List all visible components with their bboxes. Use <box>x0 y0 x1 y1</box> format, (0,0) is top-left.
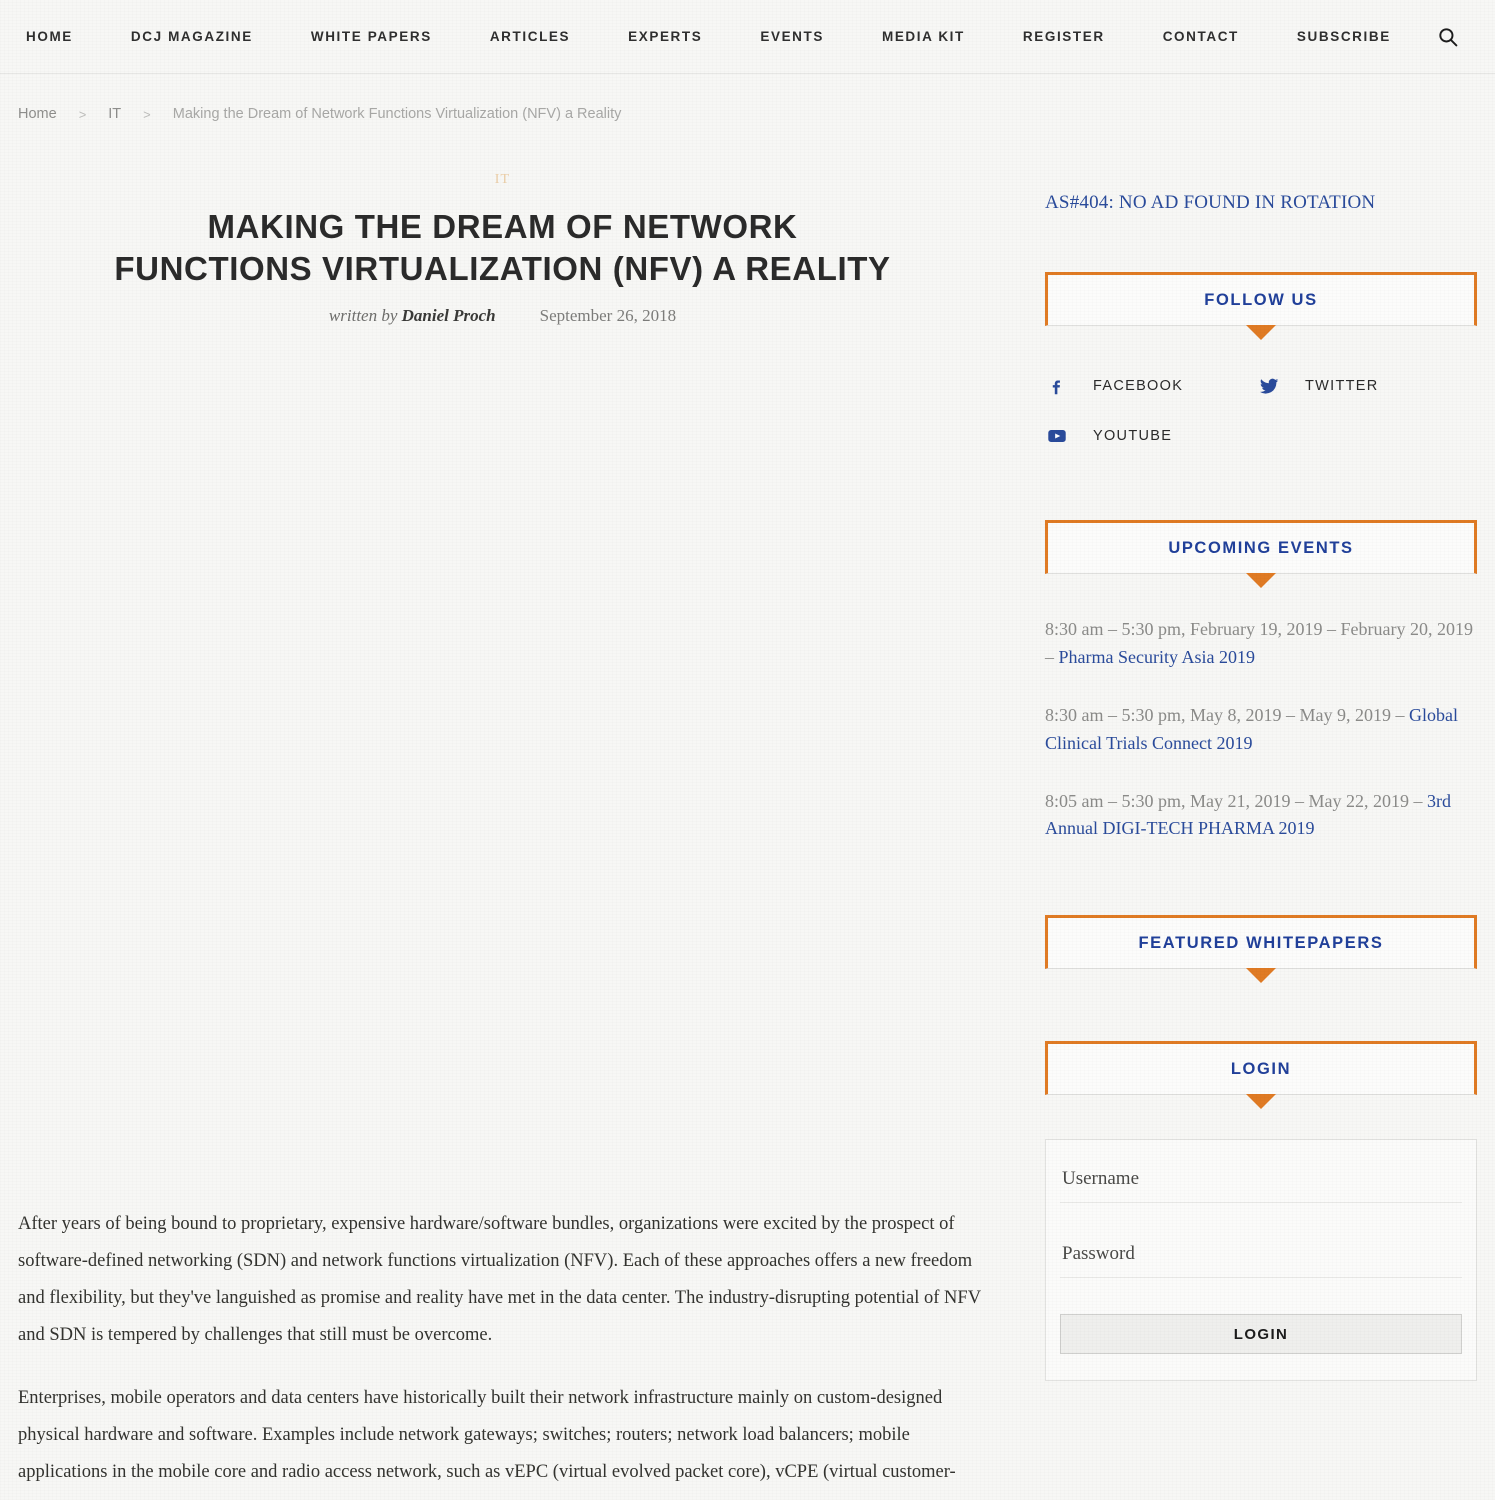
event-item: 8:30 am – 5:30 pm, May 8, 2019 – May 9, … <box>1045 702 1477 758</box>
nav-item-register[interactable]: REGISTER <box>994 29 1134 44</box>
youtube-icon <box>1045 424 1069 448</box>
breadcrumb-item-current: Making the Dream of Network Functions Vi… <box>172 106 622 122</box>
facebook-icon <box>1045 374 1069 398</box>
password-field-wrapper <box>1060 1239 1462 1279</box>
social-link-facebook[interactable]: FACEBOOK <box>1045 374 1257 398</box>
article-date: September 26, 2018 <box>539 306 677 326</box>
article-column: IT MAKING THE DREAM OF NETWORK FUNCTIONS… <box>0 122 1005 1500</box>
social-link-label: TWITTER <box>1305 378 1379 394</box>
widget-featured-whitepapers: FEATURED WHITEPAPERS <box>1045 915 1477 970</box>
social-links-list: FACEBOOK TWITTER YOUTUBE <box>1045 374 1477 448</box>
page-layout: IT MAKING THE DREAM OF NETWORK FUNCTIONS… <box>0 122 1495 1500</box>
social-link-twitter[interactable]: TWITTER <box>1257 374 1469 398</box>
nav-item-contact[interactable]: CONTACT <box>1134 29 1268 44</box>
widget-header-follow-us: FOLLOW US <box>1045 272 1477 326</box>
event-item: 8:05 am – 5:30 pm, May 21, 2019 – May 22… <box>1045 788 1477 844</box>
login-form: LOGIN <box>1045 1139 1477 1382</box>
social-link-youtube[interactable]: YOUTUBE <box>1045 424 1257 448</box>
page-title: MAKING THE DREAM OF NETWORK FUNCTIONS VI… <box>114 208 891 288</box>
nav-item-subscribe[interactable]: SUBSCRIBE <box>1268 29 1420 44</box>
widget-upcoming-events: UPCOMING EVENTS 8:30 am – 5:30 pm, Febru… <box>1045 520 1477 843</box>
social-row: YOUTUBE <box>1045 424 1477 448</box>
widget-title: UPCOMING EVENTS <box>1168 538 1354 557</box>
breadcrumb-separator: > <box>143 106 151 122</box>
article-paragraph: After years of being bound to proprietar… <box>18 1214 981 1346</box>
article-header: IT MAKING THE DREAM OF NETWORK FUNCTIONS… <box>0 122 1005 326</box>
nav-item-articles[interactable]: ARTICLES <box>461 29 599 44</box>
breadcrumb: Home > IT > Making the Dream of Network … <box>0 74 1495 122</box>
widget-follow-us: FOLLOW US FACEBOOK TWITTER YOUTUBE <box>1045 272 1477 448</box>
nav-item-dcj-magazine[interactable]: DCJ MAGAZINE <box>102 29 282 44</box>
primary-navigation: HOME DCJ MAGAZINE WHITE PAPERS ARTICLES … <box>0 29 1435 44</box>
breadcrumb-item-it[interactable]: IT <box>108 106 121 122</box>
username-field-wrapper <box>1060 1164 1462 1204</box>
article-byline: written by Daniel Proch September 26, 20… <box>0 306 1005 326</box>
breadcrumb-separator: > <box>78 106 87 122</box>
nav-item-experts[interactable]: EXPERTS <box>599 29 731 44</box>
sidebar: AS#404: NO AD FOUND IN ROTATION FOLLOW U… <box>1005 122 1495 1382</box>
event-datetime: 8:30 am – 5:30 pm, May 8, 2019 – May 9, … <box>1045 704 1409 725</box>
widget-header-upcoming-events: UPCOMING EVENTS <box>1045 520 1477 574</box>
article-body: After years of being bound to proprietar… <box>0 1206 1005 1500</box>
nav-item-events[interactable]: EVENTS <box>731 29 853 44</box>
event-title-link[interactable]: Pharma Security Asia 2019 <box>1059 647 1255 667</box>
event-datetime: 8:05 am – 5:30 pm, May 21, 2019 – May 22… <box>1045 790 1427 811</box>
event-item: 8:30 am – 5:30 pm, February 19, 2019 – F… <box>1045 616 1477 672</box>
social-link-label: FACEBOOK <box>1093 378 1184 394</box>
social-row: FACEBOOK TWITTER <box>1045 374 1477 398</box>
events-list: 8:30 am – 5:30 pm, February 19, 2019 – F… <box>1045 616 1477 843</box>
widget-title: LOGIN <box>1230 1059 1292 1078</box>
twitter-icon <box>1257 374 1281 398</box>
nav-item-home[interactable]: HOME <box>26 29 102 44</box>
byline-author-group: written by Daniel Proch <box>329 306 496 326</box>
site-header: HOME DCJ MAGAZINE WHITE PAPERS ARTICLES … <box>0 0 1495 74</box>
social-link-label: YOUTUBE <box>1093 428 1173 444</box>
search-icon[interactable] <box>1435 24 1461 50</box>
username-input[interactable] <box>1062 1168 1460 1191</box>
written-by-label: written by <box>328 306 398 326</box>
widget-title: FOLLOW US <box>1204 290 1318 309</box>
article-paragraph: Enterprises, mobile operators and data c… <box>18 1388 956 1500</box>
widget-header-login: LOGIN <box>1045 1041 1477 1096</box>
widget-header-featured-whitepapers: FEATURED WHITEPAPERS <box>1045 915 1477 970</box>
password-input[interactable] <box>1062 1243 1460 1266</box>
breadcrumb-item-home[interactable]: Home <box>18 106 57 122</box>
widget-title: FEATURED WHITEPAPERS <box>1138 933 1384 952</box>
ad-rotation-notice: AS#404: NO AD FOUND IN ROTATION <box>1045 192 1376 213</box>
widget-login: LOGIN LOGIN <box>1045 1041 1477 1382</box>
nav-item-media-kit[interactable]: MEDIA KIT <box>853 29 994 44</box>
article-category-link[interactable]: IT <box>495 172 511 188</box>
login-submit-button[interactable]: LOGIN <box>1060 1314 1462 1355</box>
article-author[interactable]: Daniel Proch <box>402 306 496 325</box>
nav-item-white-papers[interactable]: WHITE PAPERS <box>282 29 461 44</box>
